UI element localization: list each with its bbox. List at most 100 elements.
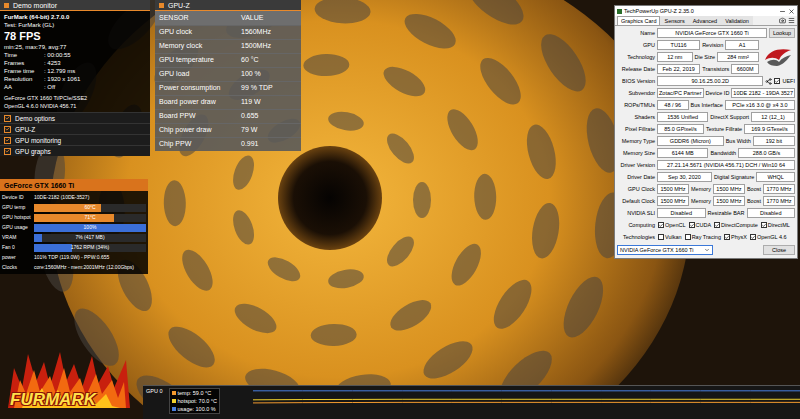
feature-item[interactable]: DirectML: [761, 221, 790, 229]
tab[interactable]: Graphics Card: [617, 16, 660, 25]
device-select[interactable]: NVIDIA GeForce GTX 1660 Ti: [617, 245, 713, 255]
option-row[interactable]: GPU-Z: [0, 123, 150, 134]
sensor-value: 99 % TDP: [241, 83, 297, 94]
field-value[interactable]: 1500 MHz: [657, 184, 689, 194]
gpu-panel-header[interactable]: GeForce GTX 1660 Ti: [0, 179, 148, 191]
feature-item[interactable]: Ray Tracing: [685, 233, 721, 241]
field-value[interactable]: 6144 MB: [657, 148, 708, 158]
field-value[interactable]: Feb 22, 2019: [657, 64, 700, 74]
menu-icon[interactable]: [788, 17, 795, 24]
field-value[interactable]: 12 (12_1): [751, 112, 795, 122]
field-value[interactable]: A1: [725, 40, 759, 50]
sensor-row: Chip PPW0.991: [155, 137, 301, 151]
gpu-row: Fan 01762 RPM (34%): [2, 243, 146, 252]
panel-header[interactable]: Demo monitor: [0, 0, 150, 11]
field-row: Shaders1536 UnifiedDirectX Support12 (12…: [617, 111, 795, 123]
field-value[interactable]: 6600M: [731, 64, 759, 74]
field-value[interactable]: Sep 30, 2020: [657, 172, 712, 182]
field-label: Technology: [617, 53, 655, 61]
field-value[interactable]: 1500 MHz: [657, 196, 689, 206]
field-row: Memory Size6144 MBBandwidth288.0 GB/s: [617, 147, 795, 159]
field-value[interactable]: 1500 MHz: [713, 196, 745, 206]
lookup-button[interactable]: Lookup: [769, 28, 795, 38]
option-checkbox[interactable]: [4, 115, 11, 122]
field-value[interactable]: Disabled: [747, 208, 796, 218]
feature-item[interactable]: PhysX: [724, 233, 747, 241]
meter-fill: [34, 244, 72, 252]
field-value[interactable]: 27.21.14.5671 (NVIDIA 456.71) DCH / Win1…: [657, 160, 795, 170]
feature-item-label: OpenCL: [665, 221, 686, 229]
gpu-panel-title: GeForce GTX 1660 Ti: [4, 181, 74, 190]
option-label: GPU-Z: [15, 125, 35, 134]
sensor-name: GPU clock: [159, 27, 241, 38]
field-value[interactable]: PCIe x16 3.0 @ x4 3.0: [725, 100, 795, 110]
field-value[interactable]: 90.16.25.00.2D: [657, 76, 763, 86]
field-value[interactable]: 1536 Unified: [657, 112, 708, 122]
checkbox[interactable]: [774, 78, 780, 84]
close-icon[interactable]: [788, 8, 795, 15]
field-value[interactable]: NVIDIA GeForce GTX 1660 Ti: [657, 28, 767, 38]
field-value[interactable]: GDDR6 (Micron): [657, 136, 724, 146]
gpu-row-meter: 100%: [34, 224, 146, 232]
checkbox[interactable]: [750, 234, 756, 240]
overlay-header[interactable]: GPU-Z: [155, 0, 301, 11]
field-value[interactable]: WHQL: [756, 172, 795, 182]
field-value[interactable]: 12 nm: [657, 52, 693, 62]
legend-swatch: [172, 399, 176, 403]
gpu-row: Clockscore:1560MHz - mem:2001MHz (12.00G…: [2, 263, 146, 272]
legend-label: temp: 59.0 °C: [178, 389, 212, 397]
field-label: Die Size: [695, 53, 715, 61]
option-checkbox[interactable]: [4, 126, 11, 133]
checkbox[interactable]: [724, 234, 730, 240]
field-value[interactable]: 85.0 GPixel/s: [657, 124, 704, 134]
field-label: ROPs/TMUs: [617, 101, 655, 109]
sensor-value: 119 W: [241, 97, 297, 108]
checkbox[interactable]: [689, 222, 695, 228]
field-value[interactable]: 284 mm²: [717, 52, 759, 62]
field-label: Bus Interface: [691, 101, 723, 109]
share-icon[interactable]: [765, 78, 772, 85]
tab[interactable]: Advanced: [689, 16, 721, 25]
check-icon: [690, 223, 694, 228]
option-row[interactable]: Demo options: [0, 112, 150, 123]
minimize-icon[interactable]: [779, 8, 786, 15]
option-row[interactable]: GPU graphs: [0, 145, 150, 156]
checkbox[interactable]: [761, 222, 767, 228]
legend-item: usage: 100.0 %: [172, 405, 218, 413]
close-button[interactable]: Close: [763, 245, 795, 255]
tab[interactable]: Validation: [721, 16, 753, 25]
title-bar[interactable]: TechPowerUp GPU-Z 2.35.0: [615, 6, 797, 16]
stat-label: Frames: [4, 59, 44, 67]
checkbox[interactable]: [685, 234, 691, 240]
camera-icon[interactable]: [779, 17, 786, 24]
field-value[interactable]: 288.0 GB/s: [738, 148, 795, 158]
gpu-row-label: power: [2, 254, 32, 261]
checkbox[interactable]: [658, 222, 664, 228]
gpu-row-meter: 1762 RPM (34%): [34, 244, 146, 252]
checkbox[interactable]: [714, 222, 720, 228]
field-value[interactable]: Disabled: [657, 208, 706, 218]
field-value[interactable]: 10DE 2182 - 19DA 3527: [731, 88, 795, 98]
feature-item[interactable]: OpenCL: [658, 221, 686, 229]
field-row: Driver Version27.21.14.5671 (NVIDIA 456.…: [617, 159, 795, 171]
feature-item[interactable]: Vulkan: [658, 233, 682, 241]
gpu-row-label: GPU hotspot: [2, 214, 32, 221]
field-value[interactable]: 169.9 GTexel/s: [744, 124, 795, 134]
feature-item[interactable]: CUDA: [689, 221, 712, 229]
option-checkbox[interactable]: [4, 137, 11, 144]
checkbox[interactable]: [658, 234, 664, 240]
tab[interactable]: Sensors: [660, 16, 688, 25]
option-checkbox[interactable]: [4, 148, 11, 155]
field-value[interactable]: 192 bit: [753, 136, 795, 146]
feature-item[interactable]: OpenGL 4.6: [750, 233, 787, 241]
feature-item-label: CUDA: [696, 221, 712, 229]
feature-item[interactable]: DirectCompute: [714, 221, 758, 229]
fps-stats: min:25, max:79, avg:77: [4, 43, 146, 51]
field-value[interactable]: 48 / 96: [657, 100, 689, 110]
option-row[interactable]: GPU monitoring: [0, 134, 150, 145]
field-value[interactable]: 1500 MHz: [713, 184, 745, 194]
field-value[interactable]: 1770 MHz: [763, 196, 795, 206]
field-value[interactable]: TU116: [657, 40, 700, 50]
field-value[interactable]: 1770 MHz: [763, 184, 795, 194]
field-value[interactable]: Zotac/PC Partner: [657, 88, 704, 98]
